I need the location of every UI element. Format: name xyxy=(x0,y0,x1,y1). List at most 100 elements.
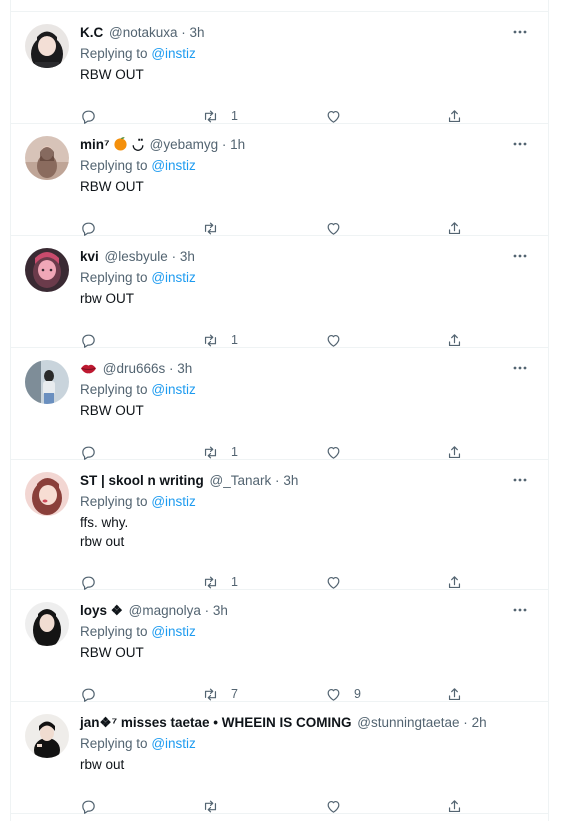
tweet[interactable]: ST | skool n writing @_Tanark · 3h Reply… xyxy=(11,460,548,590)
share-button[interactable] xyxy=(446,106,463,126)
share-button[interactable] xyxy=(446,442,463,462)
reply-icon xyxy=(82,688,95,702)
more-options-button[interactable] xyxy=(512,136,532,154)
like-button[interactable] xyxy=(325,796,354,816)
reply-button[interactable] xyxy=(80,442,109,462)
retweet-button[interactable]: 1 xyxy=(202,330,238,350)
avatar[interactable] xyxy=(25,472,69,516)
reply-button[interactable] xyxy=(80,684,109,704)
avatar[interactable] xyxy=(25,360,69,404)
retweet-button[interactable]: 1 xyxy=(202,442,238,462)
replying-label: Replying to xyxy=(80,382,148,397)
avatar[interactable] xyxy=(25,248,69,292)
mention-link[interactable]: @instiz xyxy=(151,382,195,397)
mention-link[interactable]: @instiz xyxy=(151,270,195,285)
tweet-text: RBW OUT xyxy=(80,645,144,660)
timestamp[interactable]: 3h xyxy=(180,249,195,264)
tweet[interactable]: kvi @lesbyule · 3h Replying to @instiz r… xyxy=(11,236,548,348)
reply-button[interactable] xyxy=(80,106,109,126)
display-name[interactable]: min⁷ xyxy=(80,137,110,152)
retweet-button[interactable]: 7 xyxy=(202,684,238,704)
like-button[interactable] xyxy=(325,218,354,238)
retweet-button[interactable] xyxy=(202,218,231,238)
like-button[interactable] xyxy=(325,106,354,126)
tweet[interactable]: loys ❖ @magnolya · 3h Replying to @insti… xyxy=(11,590,548,702)
retweet-icon xyxy=(204,800,217,812)
timestamp[interactable]: 3h xyxy=(190,25,205,40)
separator-dot: · xyxy=(204,603,210,618)
user-handle[interactable]: @lesbyule xyxy=(105,249,168,264)
more-options-button[interactable] xyxy=(512,602,532,620)
mention-link[interactable]: @instiz xyxy=(151,624,195,639)
mention-link[interactable]: @instiz xyxy=(151,494,195,509)
retweet-button[interactable] xyxy=(202,796,231,816)
retweet-icon xyxy=(204,334,217,346)
tweet[interactable]: @dru666s · 3h Replying to @instiz RBW OU… xyxy=(11,348,548,460)
more-horizontal-icon xyxy=(513,478,527,482)
tweet-text: RBW OUT xyxy=(80,403,144,418)
retweet-button[interactable]: 1 xyxy=(202,106,238,126)
tweet[interactable]: K.C @notakuxa · 3h Replying to @instiz R… xyxy=(11,12,548,124)
mention-link[interactable]: @instiz xyxy=(151,158,195,173)
tweet-actions: 1 xyxy=(80,106,466,126)
share-icon xyxy=(448,333,461,346)
timestamp[interactable]: 3h xyxy=(177,361,192,376)
timestamp[interactable]: 3h xyxy=(213,603,228,618)
share-button[interactable] xyxy=(446,572,463,592)
like-button[interactable]: 9 xyxy=(325,684,361,704)
user-handle[interactable]: @stunningtaetae xyxy=(357,715,459,730)
retweet-button[interactable]: 1 xyxy=(202,572,238,592)
tweet-header: jan❖⁷ misses taetae • WHEEIN IS COMING @… xyxy=(80,714,532,732)
replying-label: Replying to xyxy=(80,736,148,751)
separator-dot: · xyxy=(171,249,177,264)
more-options-button[interactable] xyxy=(512,248,532,266)
share-button[interactable] xyxy=(446,218,463,238)
mention-link[interactable]: @instiz xyxy=(151,46,195,61)
share-button[interactable] xyxy=(446,330,463,350)
like-button[interactable] xyxy=(325,572,354,592)
reply-button[interactable] xyxy=(80,218,109,238)
separator-dot: · xyxy=(463,715,468,730)
more-options-button[interactable] xyxy=(512,24,532,42)
replying-label: Replying to xyxy=(80,158,148,173)
avatar[interactable] xyxy=(25,714,69,758)
like-button[interactable] xyxy=(325,330,354,350)
display-name[interactable]: jan❖⁷ misses taetae • WHEEIN IS COMING xyxy=(80,715,351,730)
tweet-header: loys ❖ @magnolya · 3h xyxy=(80,602,532,620)
user-handle[interactable]: @magnolya xyxy=(129,603,201,618)
tweet[interactable]: min⁷ ◡̈ @yebamyg · 1h Replying to @insti… xyxy=(11,124,548,236)
tweet-header: K.C @notakuxa · 3h xyxy=(80,24,532,42)
reply-button[interactable] xyxy=(80,572,109,592)
like-button[interactable] xyxy=(325,442,354,462)
avatar[interactable] xyxy=(25,602,69,646)
more-options-button[interactable] xyxy=(512,472,532,490)
user-handle[interactable]: @_Tanark xyxy=(210,473,272,488)
timeline: K.C @notakuxa · 3h Replying to @instiz R… xyxy=(10,0,549,821)
share-icon xyxy=(448,221,461,234)
more-options-button[interactable] xyxy=(512,360,532,378)
tweet[interactable]: jan❖⁷ misses taetae • WHEEIN IS COMING @… xyxy=(11,702,548,814)
separator-dot: · xyxy=(169,361,174,376)
reply-button[interactable] xyxy=(80,796,109,816)
display-name[interactable]: ST | skool n writing xyxy=(80,473,204,488)
avatar[interactable] xyxy=(25,24,69,68)
replying-to: Replying to @instiz xyxy=(80,157,532,175)
reply-button[interactable] xyxy=(80,330,109,350)
heart-icon xyxy=(327,576,340,589)
display-name[interactable]: kvi xyxy=(80,249,99,264)
user-handle[interactable]: @notakuxa xyxy=(109,25,178,40)
share-button[interactable] xyxy=(446,796,463,816)
tweet-header: ST | skool n writing @_Tanark · 3h xyxy=(80,472,532,490)
timestamp[interactable]: 3h xyxy=(283,473,298,488)
display-name[interactable]: K.C xyxy=(80,25,103,40)
share-icon xyxy=(448,109,461,122)
share-button[interactable] xyxy=(446,684,463,704)
mention-link[interactable]: @instiz xyxy=(151,736,195,751)
display-name[interactable]: loys ❖ xyxy=(80,603,123,618)
user-handle[interactable]: @dru666s xyxy=(103,361,166,376)
timestamp[interactable]: 2h xyxy=(472,715,487,730)
retweet-icon xyxy=(204,110,217,122)
timestamp[interactable]: 1h xyxy=(230,137,245,152)
user-handle[interactable]: @yebamyg xyxy=(150,137,218,152)
avatar[interactable] xyxy=(25,136,69,180)
